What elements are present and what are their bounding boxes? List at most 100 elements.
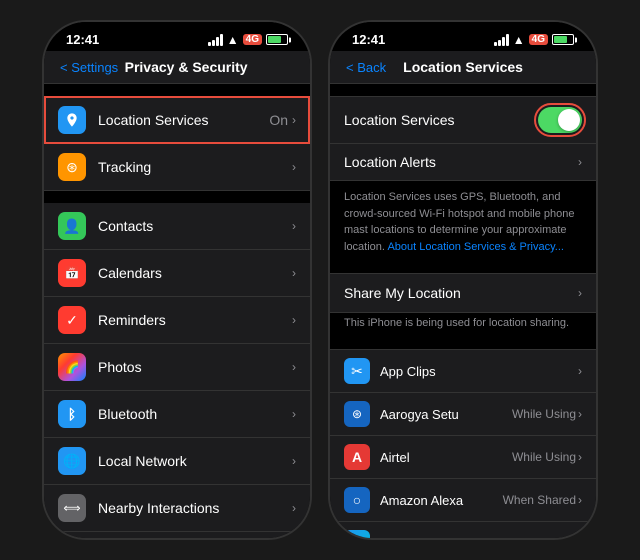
left-nav-bar: < Settings Privacy & Security bbox=[44, 51, 310, 84]
right-screen-content: Location Services ↙ Location Alerts › Lo… bbox=[330, 84, 596, 538]
signal-icon bbox=[208, 34, 223, 46]
microphone-row[interactable]: 🎙 Microphone › bbox=[44, 532, 310, 538]
location-description: Location Services uses GPS, Bluetooth, a… bbox=[330, 181, 596, 267]
reminders-icon: ✓ bbox=[58, 306, 86, 334]
app-clips-icon: ✂ bbox=[344, 358, 370, 384]
location-alerts-label: Location Alerts bbox=[344, 154, 578, 170]
right-time: 12:41 bbox=[352, 32, 385, 47]
tracking-chevron: › bbox=[292, 160, 296, 174]
left-phone: 12:41 ▲ 4G < Settings Privacy & Security bbox=[42, 20, 312, 540]
app-clips-name: App Clips bbox=[380, 364, 578, 379]
left-settings-list: Location Services On › ↑ ⊛ Tracking › 👤 … bbox=[44, 96, 310, 538]
reminders-label: Reminders bbox=[98, 312, 292, 328]
reminders-row[interactable]: ✓ Reminders › bbox=[44, 297, 310, 344]
amazon-alexa-name: Amazon Alexa bbox=[380, 493, 503, 508]
airtel-status: While Using bbox=[512, 450, 576, 464]
location-services-label: Location Services bbox=[98, 112, 269, 128]
app-store-icon: A bbox=[344, 530, 370, 538]
aarogya-setu-row[interactable]: ⊛ Aarogya Setu While Using › bbox=[330, 393, 596, 436]
share-my-location-row[interactable]: Share My Location › bbox=[330, 274, 596, 312]
local-network-chevron: › bbox=[292, 454, 296, 468]
settings-back-button[interactable]: < Settings bbox=[60, 60, 118, 75]
location-services-chevron: › bbox=[292, 113, 296, 127]
bluetooth-chevron: › bbox=[292, 407, 296, 421]
contacts-row[interactable]: 👤 Contacts › bbox=[44, 203, 310, 250]
calendars-icon: 📅 bbox=[58, 259, 86, 287]
left-status-bar: 12:41 ▲ 4G bbox=[44, 22, 310, 51]
local-network-label: Local Network bbox=[98, 453, 292, 469]
app-store-name: App Store bbox=[380, 536, 512, 539]
location-toggle-row[interactable]: Location Services ↙ bbox=[330, 97, 596, 144]
back-button[interactable]: < Back bbox=[346, 60, 386, 75]
location-services-section: Location Services ↙ Location Alerts › bbox=[330, 96, 596, 181]
right-battery-icon bbox=[552, 34, 574, 45]
contacts-icon: 👤 bbox=[58, 212, 86, 240]
right-network-badge: 4G bbox=[529, 34, 548, 45]
aarogya-setu-name: Aarogya Setu bbox=[380, 407, 512, 422]
contacts-chevron: › bbox=[292, 219, 296, 233]
nearby-interactions-chevron: › bbox=[292, 501, 296, 515]
aarogya-setu-chevron: › bbox=[578, 407, 582, 421]
amazon-alexa-row[interactable]: ○ Amazon Alexa When Shared › bbox=[330, 479, 596, 522]
contacts-label: Contacts bbox=[98, 218, 292, 234]
photos-chevron: › bbox=[292, 360, 296, 374]
local-network-row[interactable]: 🌐 Local Network › bbox=[44, 438, 310, 485]
tracking-icon: ⊛ bbox=[58, 153, 86, 181]
location-services-row[interactable]: Location Services On › ↑ bbox=[44, 96, 310, 144]
left-screen-content: Location Services On › ↑ ⊛ Tracking › 👤 … bbox=[44, 84, 310, 538]
amazon-alexa-icon: ○ bbox=[344, 487, 370, 513]
right-status-icons: ▲ 4G bbox=[494, 33, 574, 47]
left-time: 12:41 bbox=[66, 32, 99, 47]
description-link[interactable]: About Location Services & Privacy... bbox=[387, 241, 564, 253]
share-location-chevron: › bbox=[578, 286, 582, 300]
left-nav-title: Privacy & Security bbox=[118, 59, 254, 75]
photos-row[interactable]: 🌈 Photos › bbox=[44, 344, 310, 391]
app-clips-row[interactable]: ✂ App Clips › bbox=[330, 350, 596, 393]
bluetooth-label: Bluetooth bbox=[98, 406, 292, 422]
airtel-chevron: › bbox=[578, 450, 582, 464]
aarogya-setu-status: While Using bbox=[512, 407, 576, 421]
right-nav-title: Location Services bbox=[386, 59, 540, 75]
location-alerts-row[interactable]: Location Alerts › bbox=[330, 144, 596, 180]
location-services-value: On bbox=[269, 112, 288, 128]
right-nav-bar: < Back Location Services bbox=[330, 51, 596, 84]
toggle-knob bbox=[558, 109, 580, 131]
nearby-interactions-icon: ⟺ bbox=[58, 494, 86, 522]
right-status-bar: 12:41 ▲ 4G bbox=[330, 22, 596, 51]
app-clips-chevron: › bbox=[578, 364, 582, 378]
local-network-icon: 🌐 bbox=[58, 447, 86, 475]
bluetooth-row[interactable]: ᛒ Bluetooth › bbox=[44, 391, 310, 438]
right-wifi-icon: ▲ bbox=[513, 33, 525, 47]
photos-icon: 🌈 bbox=[58, 353, 86, 381]
share-description: This iPhone is being used for location s… bbox=[330, 313, 596, 337]
amazon-alexa-chevron: › bbox=[578, 493, 582, 507]
calendars-row[interactable]: 📅 Calendars › bbox=[44, 250, 310, 297]
nearby-interactions-label: Nearby Interactions bbox=[98, 500, 292, 516]
location-toggle[interactable] bbox=[538, 107, 582, 133]
amazon-alexa-status: When Shared bbox=[503, 493, 576, 507]
bluetooth-icon: ᛒ bbox=[58, 400, 86, 428]
calendars-label: Calendars bbox=[98, 265, 292, 281]
share-my-location-label: Share My Location bbox=[344, 285, 578, 301]
location-services-right-label: Location Services bbox=[344, 112, 538, 128]
reminders-chevron: › bbox=[292, 313, 296, 327]
location-services-icon bbox=[58, 106, 86, 134]
airtel-name: Airtel bbox=[380, 450, 512, 465]
calendars-chevron: › bbox=[292, 266, 296, 280]
app-store-row[interactable]: A App Store While Using › bbox=[330, 522, 596, 538]
right-phone: 12:41 ▲ 4G < Back Location Services Loca… bbox=[328, 20, 598, 540]
share-location-section: Share My Location › bbox=[330, 273, 596, 313]
aarogya-setu-icon: ⊛ bbox=[344, 401, 370, 427]
wifi-icon: ▲ bbox=[227, 33, 239, 47]
app-list: ✂ App Clips › ⊛ Aarogya Setu While Using… bbox=[330, 349, 596, 538]
network-badge: 4G bbox=[243, 34, 262, 45]
app-store-chevron: › bbox=[578, 536, 582, 538]
tracking-row[interactable]: ⊛ Tracking › bbox=[44, 144, 310, 191]
separator bbox=[44, 191, 310, 203]
airtel-row[interactable]: A Airtel While Using › bbox=[330, 436, 596, 479]
left-status-icons: ▲ 4G bbox=[208, 33, 288, 47]
right-signal-icon bbox=[494, 34, 509, 46]
location-alerts-chevron: › bbox=[578, 155, 582, 169]
tracking-label: Tracking bbox=[98, 159, 292, 175]
nearby-interactions-row[interactable]: ⟺ Nearby Interactions › bbox=[44, 485, 310, 532]
